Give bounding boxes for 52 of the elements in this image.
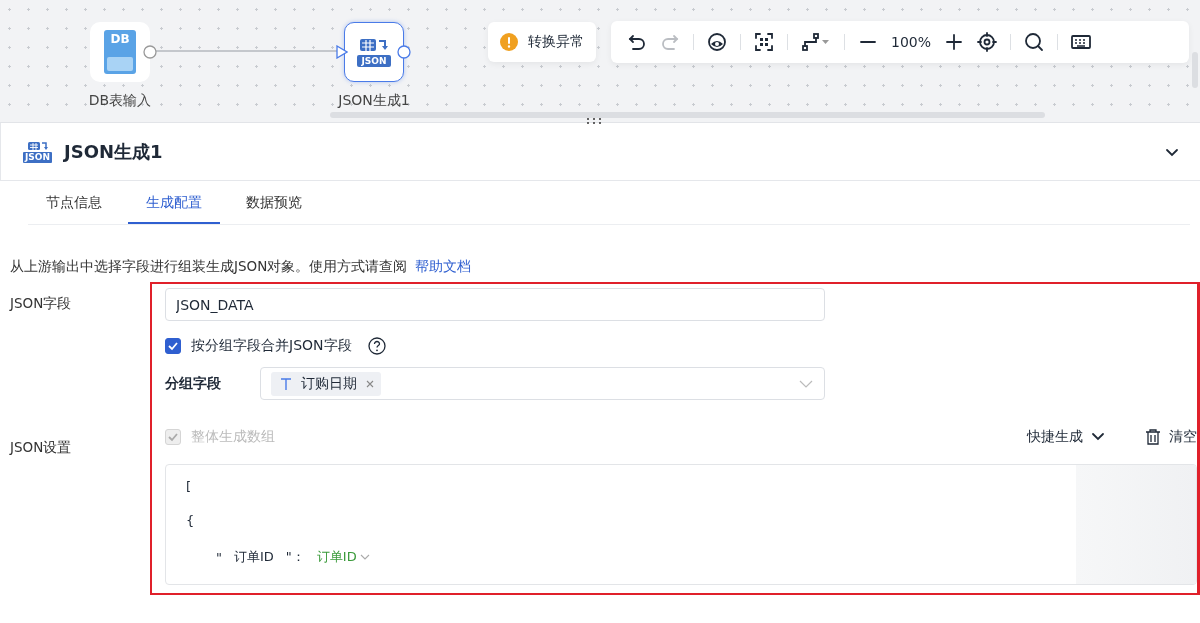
- checkmark-icon: [167, 431, 179, 443]
- eye-icon[interactable]: [707, 32, 727, 52]
- checkbox-label: 按分组字段合并JSON字段: [191, 337, 352, 355]
- checkbox-label: 整体生成数组: [191, 428, 275, 446]
- target-icon[interactable]: [977, 32, 998, 52]
- quick-generate-button[interactable]: 快捷生成: [1027, 428, 1105, 446]
- input-port-icon: [336, 45, 348, 59]
- warning-icon: [500, 33, 518, 51]
- description-text: 从上游输出中选择字段进行组装生成JSON对象。使用方式请查阅: [10, 258, 408, 274]
- field-label: JSON字段: [10, 295, 72, 313]
- tab[interactable]: 数据预览: [228, 181, 320, 224]
- tab[interactable]: 节点信息: [28, 181, 120, 224]
- panel-title: JSON生成1: [64, 139, 163, 164]
- field-label: 分组字段: [165, 374, 222, 393]
- output-port-icon[interactable]: [397, 45, 411, 59]
- zoom-level: 100%: [891, 34, 932, 50]
- scrollbar[interactable]: [330, 112, 1045, 118]
- zoom-in-icon[interactable]: [944, 32, 965, 52]
- clear-button[interactable]: 清空: [1145, 428, 1197, 446]
- tag-text: 订购日期: [301, 374, 357, 393]
- code-text: "：: [285, 548, 305, 566]
- field-label: JSON设置: [10, 439, 72, 457]
- code-text: ": [216, 549, 222, 565]
- tab[interactable]: 生成配置: [128, 181, 220, 224]
- code-text: {: [186, 513, 195, 528]
- database-icon: DB: [104, 30, 136, 74]
- search-icon[interactable]: [1024, 32, 1045, 52]
- table-arrow-icon: [359, 37, 389, 52]
- value-select[interactable]: 订单ID: [316, 548, 371, 566]
- help-link[interactable]: 帮助文档: [415, 258, 472, 274]
- code-text: [: [186, 479, 192, 494]
- close-icon[interactable]: [365, 378, 375, 389]
- fit-view-icon[interactable]: [754, 32, 774, 52]
- undo-icon[interactable]: [627, 32, 647, 52]
- output-port-icon[interactable]: [143, 45, 157, 59]
- checkmark-icon: [167, 340, 179, 352]
- checkbox[interactable]: [165, 338, 181, 354]
- trash-icon: [1145, 429, 1161, 445]
- keyboard-icon[interactable]: [1071, 32, 1092, 52]
- code-editor[interactable]: [ { " 订单ID "： 订单ID: [165, 464, 1197, 585]
- json-key: 订单ID: [234, 548, 274, 566]
- node-label: JSON生成1: [338, 92, 410, 110]
- resize-handle-icon[interactable]: [586, 117, 602, 125]
- toast-text: 转换异常: [528, 33, 584, 51]
- connector-icon[interactable]: [801, 32, 831, 52]
- table-arrow-icon: [26, 140, 49, 151]
- help-icon[interactable]: [367, 337, 386, 355]
- node-card[interactable]: JSON: [344, 22, 404, 82]
- text-type-icon: [279, 376, 293, 391]
- input-field[interactable]: JSON_DATA: [165, 288, 825, 321]
- select-field[interactable]: 订购日期: [260, 367, 825, 400]
- node-label: DB表输入: [88, 92, 152, 110]
